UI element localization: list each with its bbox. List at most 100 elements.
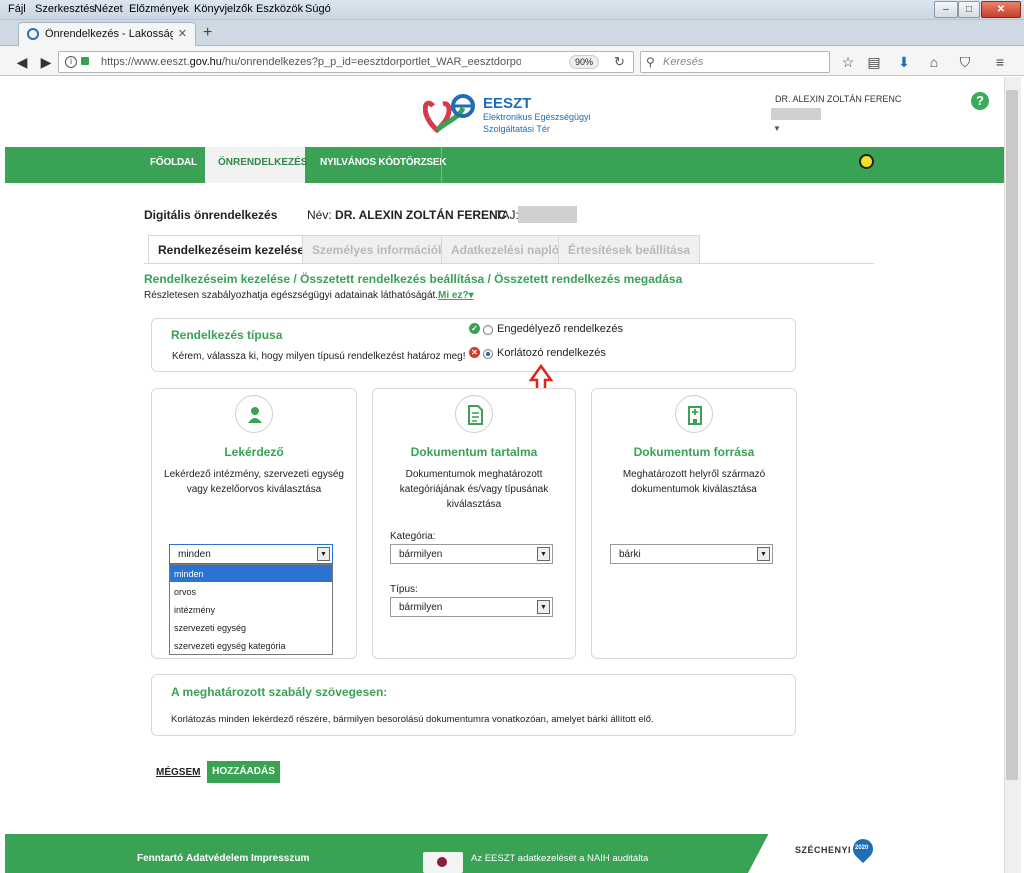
provision-type-title: Rendelkezés típusa bbox=[171, 328, 283, 342]
reading-list-icon[interactable]: ▤ bbox=[864, 52, 884, 72]
eeszt-logo-icon[interactable] bbox=[423, 92, 479, 136]
nav-home[interactable]: FŐOLDAL bbox=[150, 157, 197, 168]
footer-imprint-link[interactable]: Impresszum bbox=[251, 853, 309, 864]
user-name: DR. ALEXIN ZOLTÁN FERENC bbox=[775, 94, 902, 104]
maximize-button[interactable]: □ bbox=[958, 1, 980, 18]
footer-privacy-link[interactable]: Adatvédelem bbox=[186, 853, 248, 864]
category-label: Kategória: bbox=[390, 531, 436, 542]
rule-title: A meghatározott szabály szövegesen: bbox=[171, 685, 388, 699]
what-is-this-link[interactable]: Mi ez?▾ bbox=[438, 290, 474, 301]
source-desc-1: Meghatározott helyről származó bbox=[622, 469, 766, 480]
radio-allow[interactable] bbox=[483, 325, 493, 335]
download-icon[interactable]: ⬇ bbox=[894, 52, 914, 72]
document-icon bbox=[455, 395, 493, 433]
back-icon[interactable]: ◀ bbox=[12, 52, 32, 72]
url-bar[interactable]: i https://www.eeszt.gov.hu/hu/onrendelke… bbox=[58, 51, 634, 73]
content-desc-1: Dokumentumok meghatározott bbox=[405, 469, 543, 480]
zoom-indicator[interactable]: 90% bbox=[569, 55, 599, 69]
help-icon[interactable]: ? bbox=[971, 92, 989, 110]
dropdown-option[interactable]: szervezeti egység kategória bbox=[170, 637, 332, 654]
type-select-value: bármilyen bbox=[399, 602, 443, 613]
error-x-icon: ✕ bbox=[469, 347, 480, 358]
chevron-down-icon[interactable]: ▼ bbox=[757, 547, 770, 561]
dropdown-option[interactable]: orvos bbox=[170, 583, 332, 600]
patient-name: Név: DR. ALEXIN ZOLTÁN FERENC bbox=[307, 208, 507, 222]
naih-logo-icon[interactable] bbox=[423, 852, 463, 873]
querier-dropdown-list: minden orvos intézmény szervezeti egység… bbox=[169, 564, 333, 655]
reload-icon[interactable]: ↻ bbox=[614, 54, 625, 70]
szechenyi-banner[interactable] bbox=[748, 834, 1004, 873]
accessibility-icon[interactable] bbox=[859, 154, 874, 169]
close-window-button[interactable]: ✕ bbox=[981, 1, 1021, 18]
site-favicon-icon bbox=[27, 28, 39, 40]
chevron-down-icon[interactable]: ▼ bbox=[537, 547, 550, 561]
breadcrumb: Rendelkezéseim kezelése / Összetett rend… bbox=[144, 272, 683, 286]
page-subtitle: Részletesen szabályozhatja egészségügyi … bbox=[144, 290, 439, 301]
type-select[interactable]: bármilyen ▼ bbox=[390, 597, 553, 617]
menu-history[interactable]: Előzmények bbox=[129, 3, 189, 15]
chevron-down-icon[interactable]: ▼ bbox=[537, 600, 550, 614]
querier-desc-1: Lekérdező intézmény, szervezeti egység bbox=[164, 469, 344, 480]
bookmark-star-icon[interactable]: ☆ bbox=[838, 52, 858, 72]
hamburger-menu-icon[interactable]: ≡ bbox=[990, 52, 1010, 72]
menu-help[interactable]: Súgó bbox=[305, 3, 331, 15]
window-titlebar: Fájl Szerkesztés Nézet Előzmények Könyvj… bbox=[0, 0, 1024, 20]
menu-file[interactable]: Fájl bbox=[8, 3, 26, 15]
menu-tools[interactable]: Eszközök bbox=[256, 3, 303, 15]
dropdown-option[interactable]: minden bbox=[170, 565, 332, 582]
forward-icon[interactable]: ▶ bbox=[36, 52, 56, 72]
radio-allow-label[interactable]: Engedélyező rendelkezés bbox=[497, 323, 623, 335]
radio-restrict-label[interactable]: Korlátozó rendelkezés bbox=[497, 347, 606, 359]
home-icon[interactable]: ⌂ bbox=[924, 52, 944, 72]
querier-select[interactable]: minden ▼ bbox=[169, 544, 333, 564]
footer-maintainer-link[interactable]: Fenntartó bbox=[137, 853, 183, 864]
menu-bookmarks[interactable]: Könyvjelzők bbox=[194, 3, 253, 15]
tab-underline bbox=[144, 263, 874, 264]
cancel-button[interactable]: MÉGSEM bbox=[156, 767, 200, 778]
add-button[interactable]: HOZZÁADÁS bbox=[207, 761, 280, 783]
content-desc-3: kiválasztása bbox=[446, 499, 502, 510]
document-source-title: Dokumentum forrása bbox=[633, 445, 755, 459]
logo-subtitle-line2: Szolgáltatási Tér bbox=[483, 124, 550, 134]
info-icon[interactable]: i bbox=[65, 56, 77, 68]
tab-manage-provisions[interactable]: Rendelkezéseim kezelése bbox=[148, 235, 315, 264]
radio-restrict[interactable] bbox=[483, 349, 493, 359]
pocket-icon[interactable]: ⛉ bbox=[955, 52, 975, 72]
minimize-button[interactable]: – bbox=[934, 1, 958, 18]
browser-tab[interactable]: Önrendelkezés - Lakossági Po ✕ bbox=[18, 22, 196, 46]
search-input[interactable]: ⚲ Keresés bbox=[640, 51, 830, 73]
source-select-value: bárki bbox=[619, 549, 641, 560]
nav-divider bbox=[441, 147, 442, 183]
scrollbar-thumb[interactable] bbox=[1006, 90, 1018, 780]
browser-tab-title: Önrendelkezés - Lakossági Po bbox=[45, 28, 173, 40]
menu-edit[interactable]: Szerkesztés bbox=[35, 3, 95, 15]
category-select[interactable]: bármilyen ▼ bbox=[390, 544, 553, 564]
nav-self-determination[interactable]: ÖNRENDELKEZÉS bbox=[205, 147, 308, 183]
url-text[interactable]: https://www.eeszt.gov.hu/hu/onrendelkeze… bbox=[101, 56, 521, 68]
taj-label: TAJ: bbox=[495, 208, 519, 222]
close-tab-icon[interactable]: ✕ bbox=[178, 27, 187, 40]
doctor-icon bbox=[235, 395, 273, 433]
querier-select-value: minden bbox=[178, 549, 211, 560]
tab-notification-settings[interactable]: Értesítések beállítása bbox=[558, 235, 701, 264]
nav-codes[interactable]: NYILVÁNOS KÓDTÖRZSEK bbox=[320, 157, 447, 168]
user-id-redacted bbox=[771, 108, 821, 120]
nav-self-determination-label: ÖNRENDELKEZÉS bbox=[218, 157, 308, 168]
szechenyi-logo-text: SZÉCHENYI bbox=[795, 845, 852, 855]
document-content-title: Dokumentum tartalma bbox=[410, 445, 538, 459]
dropdown-option[interactable]: intézmény bbox=[170, 601, 332, 618]
menu-view[interactable]: Nézet bbox=[94, 3, 123, 15]
chevron-down-icon[interactable]: ▼ bbox=[317, 547, 330, 561]
source-select[interactable]: bárki ▼ bbox=[610, 544, 773, 564]
new-tab-button[interactable]: + bbox=[203, 24, 212, 42]
tab-data-log[interactable]: Adatkezelési napló bbox=[441, 235, 570, 264]
provision-type-description: Kérem, válassza ki, hogy milyen típusú r… bbox=[172, 351, 466, 362]
querier-title: Lekérdező bbox=[224, 445, 284, 459]
tab-personal-info[interactable]: Személyes információk bbox=[302, 235, 455, 264]
check-icon: ✓ bbox=[469, 323, 480, 334]
lock-icon bbox=[81, 57, 89, 65]
page-title: Digitális önrendelkezés bbox=[144, 208, 278, 222]
user-menu-caret-icon[interactable]: ▼ bbox=[773, 124, 781, 133]
dropdown-option[interactable]: szervezeti egység bbox=[170, 619, 332, 636]
content-desc-2: kategóriájának és/vagy típusának bbox=[399, 484, 549, 495]
